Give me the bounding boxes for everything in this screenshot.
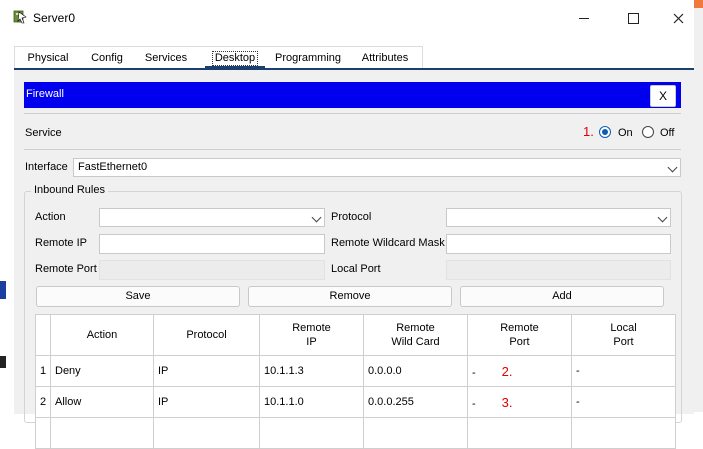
background-window-fragment xyxy=(0,281,6,299)
interface-label: Interface xyxy=(25,161,68,173)
tab-desktop[interactable]: Desktop xyxy=(205,47,265,69)
cell-remote-wildcard: 0.0.0.0 xyxy=(363,355,468,387)
firewall-header: Firewall X xyxy=(24,82,681,108)
column-header-index xyxy=(35,314,51,356)
minimize-button[interactable] xyxy=(562,6,606,30)
remove-button[interactable]: Remove xyxy=(248,286,452,307)
close-icon xyxy=(673,13,683,23)
firewall-close-button[interactable]: X xyxy=(650,85,676,107)
divider xyxy=(24,149,681,150)
column-header-remote-ip: Remote IP xyxy=(259,314,364,356)
remote-ip-input[interactable] xyxy=(99,234,325,254)
tab-physical[interactable]: Physical xyxy=(21,47,75,69)
cell-action: Allow xyxy=(50,386,154,418)
server-app-icon xyxy=(13,10,27,24)
cell-protocol: IP xyxy=(153,386,260,418)
maximize-button[interactable] xyxy=(611,6,655,30)
background-window-edge xyxy=(694,0,703,412)
tab-attributes[interactable]: Attributes xyxy=(359,47,411,69)
table-row[interactable]: 1 Deny IP 10.1.1.3 0.0.0.0 -2. - xyxy=(35,355,676,387)
tab-services[interactable]: Services xyxy=(141,47,191,69)
add-button[interactable]: Add xyxy=(460,286,664,307)
cell-remote-ip: 10.1.1.0 xyxy=(259,386,364,418)
remote-port-input[interactable] xyxy=(99,260,325,280)
table-header-row: Action Protocol Remote IP Remote Wild Ca… xyxy=(35,314,676,356)
service-on-radio[interactable] xyxy=(599,126,611,138)
background-window-fragment xyxy=(0,356,6,368)
action-label: Action xyxy=(35,211,66,223)
local-port-label: Local Port xyxy=(331,263,381,275)
minimize-icon xyxy=(579,17,589,19)
cell-protocol: IP xyxy=(153,355,260,387)
cell-action: Deny xyxy=(50,355,154,387)
cell-remote-port: -3. xyxy=(467,386,572,418)
service-on-label: On xyxy=(618,127,633,139)
firewall-title: Firewall xyxy=(26,88,64,100)
tab-programming[interactable]: Programming xyxy=(273,47,343,69)
service-off-label: Off xyxy=(660,127,675,139)
maximize-icon xyxy=(627,12,639,24)
interface-value: FastEthernet0 xyxy=(78,161,148,173)
save-button[interactable]: Save xyxy=(36,286,240,307)
annotation-2: 2. xyxy=(501,363,513,379)
tab-bar: Physical Config Services Desktop Program… xyxy=(14,46,423,69)
divider xyxy=(24,113,681,114)
column-header-remote-wildcard: Remote Wild Card xyxy=(363,314,468,356)
protocol-select[interactable] xyxy=(446,208,671,227)
chevron-down-icon xyxy=(657,212,668,223)
cell-remote-port: -2. xyxy=(467,355,572,387)
interface-select[interactable]: FastEthernet0 xyxy=(73,158,681,177)
chevron-down-icon xyxy=(311,212,322,223)
service-off-radio[interactable] xyxy=(642,126,654,138)
row-index: 1 xyxy=(35,355,51,387)
column-header-remote-port: Remote Port xyxy=(467,314,572,356)
window-title: Server0 xyxy=(33,11,76,25)
annotation-1: 1. xyxy=(583,124,594,139)
cell-local-port: - xyxy=(571,386,676,418)
table-row[interactable]: 2 Allow IP 10.1.1.0 0.0.0.255 -3. - xyxy=(35,386,676,418)
cell-remote-wildcard: 0.0.0.255 xyxy=(363,386,468,418)
desktop-panel: Firewall X Service 1. On Off Interface F… xyxy=(14,68,694,449)
remote-wildcard-label: Remote Wildcard Mask xyxy=(331,237,445,249)
chevron-down-icon xyxy=(667,162,678,173)
protocol-label: Protocol xyxy=(331,211,372,223)
cell-remote-ip: 10.1.1.3 xyxy=(259,355,364,387)
local-port-input[interactable] xyxy=(446,260,671,280)
annotation-3: 3. xyxy=(501,394,513,410)
remote-ip-label: Remote IP xyxy=(35,237,87,249)
table-row xyxy=(35,417,676,449)
column-header-protocol: Protocol xyxy=(153,314,260,356)
row-index: 2 xyxy=(35,386,51,418)
service-label: Service xyxy=(25,127,62,139)
action-select[interactable] xyxy=(99,208,325,227)
remote-wildcard-input[interactable] xyxy=(446,234,671,254)
cell-local-port: - xyxy=(571,355,676,387)
remote-port-label: Remote Port xyxy=(35,263,97,275)
window-titlebar: Server0 xyxy=(0,0,703,36)
inbound-rules-table: Action Protocol Remote IP Remote Wild Ca… xyxy=(35,314,676,449)
inbound-rules-title: Inbound Rules xyxy=(31,184,108,196)
column-header-local-port: Local Port xyxy=(571,314,676,356)
column-header-action: Action xyxy=(50,314,154,356)
tab-config[interactable]: Config xyxy=(87,47,127,69)
